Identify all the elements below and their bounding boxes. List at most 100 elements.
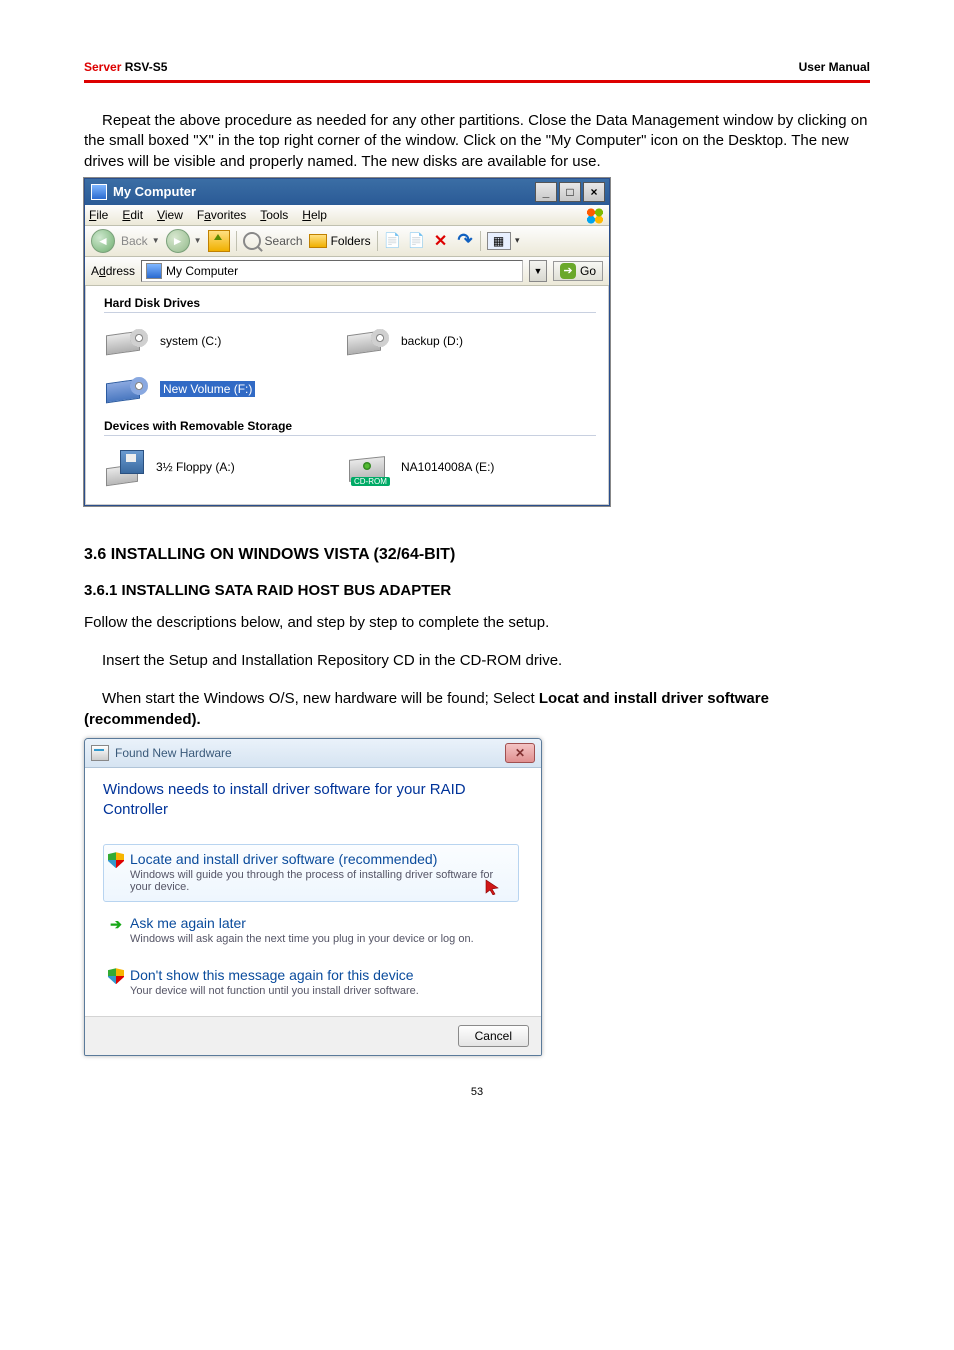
minimize-button[interactable]: _ — [535, 182, 557, 202]
shield-icon — [108, 852, 124, 868]
drive-d-label: backup (D:) — [401, 334, 463, 348]
opt3-sub: Your device will not function until you … — [130, 985, 510, 997]
address-icon — [146, 263, 162, 279]
forward-dropdown-icon[interactable]: ▼ — [194, 236, 202, 245]
doc-header: Server RSV-S5 User Manual — [84, 60, 870, 74]
windows-flag-icon — [585, 207, 605, 225]
views-button[interactable]: ▦ — [487, 232, 511, 250]
heading-3-6: 3.6 INSTALLING ON WINDOWS VISTA (32/64-B… — [84, 546, 870, 564]
drive-c[interactable]: system (C:) — [106, 327, 347, 355]
hdd-icon — [106, 327, 150, 355]
hardware-icon — [91, 745, 109, 761]
search-button[interactable]: Search — [243, 232, 303, 250]
back-button[interactable]: ◄ — [91, 229, 115, 253]
opt3-title: Don't show this message again for this d… — [130, 967, 510, 983]
opt1-title: Locate and install driver software (reco… — [130, 851, 510, 867]
drive-e-cdrom[interactable]: CD-ROM NA1014008A (E:) — [347, 450, 588, 484]
para-select-lead: When start the Windows O/S, new hardware… — [102, 690, 539, 707]
drive-e-label: NA1014008A (E:) — [401, 460, 494, 474]
move-to-icon[interactable]: 📄 — [384, 232, 402, 250]
my-computer-window: My Computer _ □ × File Edit View Favorit… — [84, 178, 610, 506]
drive-c-label: system (C:) — [160, 334, 221, 348]
vista-footer: Cancel — [85, 1016, 541, 1055]
option-dont-show[interactable]: Don't show this message again for this d… — [103, 960, 519, 1006]
address-label: Address — [91, 264, 135, 278]
opt1-sub: Windows will guide you through the proce… — [130, 869, 510, 893]
go-arrow-icon: ➔ — [560, 263, 576, 279]
menu-view[interactable]: View — [157, 208, 183, 222]
toolbar-sep-3 — [480, 231, 481, 251]
drive-f-selected[interactable]: New Volume (F:) — [106, 375, 347, 403]
back-label: Back — [121, 234, 148, 248]
menu-favorites[interactable]: Favorites — [197, 208, 246, 222]
drive-a-label: 3½ Floppy (A:) — [156, 460, 235, 474]
drive-d[interactable]: backup (D:) — [347, 327, 588, 355]
cdrom-icon: CD-ROM — [347, 450, 391, 484]
model-label: RSV-S5 — [121, 60, 167, 74]
menu-edit[interactable]: Edit — [122, 208, 143, 222]
para-insert-cd: Insert the Setup and Installation Reposi… — [84, 651, 870, 671]
vista-body: Windows needs to install driver software… — [85, 768, 541, 1017]
header-right: User Manual — [799, 60, 870, 74]
delete-icon[interactable]: ✕ — [432, 232, 450, 250]
up-button[interactable] — [208, 230, 230, 252]
vista-title: Found New Hardware — [115, 746, 232, 760]
search-icon — [243, 232, 261, 250]
content-pane: Hard Disk Drives system (C:) backup (D:)… — [85, 286, 609, 505]
intro-paragraph: Repeat the above procedure as needed for… — [84, 111, 870, 172]
toolbar: ◄ Back ▼ ► ▼ Search Folders 📄 📄 ✕ ↶ ▦ — [85, 226, 609, 257]
folders-button[interactable]: Folders — [309, 234, 371, 248]
menu-file[interactable]: File — [89, 208, 108, 222]
back-dropdown-icon[interactable]: ▼ — [152, 236, 160, 245]
drive-a-floppy[interactable]: 3½ Floppy (A:) — [106, 450, 347, 484]
shield-icon — [108, 968, 124, 984]
option-locate-install[interactable]: Locate and install driver software (reco… — [103, 844, 519, 902]
header-rule — [84, 80, 870, 83]
undo-icon[interactable]: ↶ — [456, 232, 474, 250]
go-button[interactable]: ➔ Go — [553, 261, 603, 281]
copy-to-icon[interactable]: 📄 — [408, 232, 426, 250]
toolbar-sep-2 — [377, 231, 378, 251]
heading-3-6-1: 3.6.1 INSTALLING SATA RAID HOST BUS ADAP… — [84, 582, 870, 599]
group-hard-disk: Hard Disk Drives — [104, 296, 596, 313]
opt2-sub: Windows will ask again the next time you… — [130, 933, 510, 945]
folders-icon — [309, 234, 327, 248]
window-title: My Computer — [113, 184, 196, 199]
folders-label: Folders — [331, 234, 371, 248]
cursor-pointer-icon — [484, 879, 500, 895]
titlebar[interactable]: My Computer _ □ × — [85, 179, 609, 205]
server-label: Server — [84, 60, 121, 74]
address-bar: Address My Computer ▼ ➔ Go — [85, 257, 609, 286]
cdrom-tag: CD-ROM — [351, 477, 390, 486]
menu-tools[interactable]: Tools — [260, 208, 288, 222]
cancel-button[interactable]: Cancel — [458, 1025, 529, 1047]
forward-button[interactable]: ► — [166, 229, 190, 253]
floppy-icon — [106, 450, 146, 484]
option-ask-later[interactable]: ➔ Ask me again later Windows will ask ag… — [103, 908, 519, 954]
my-computer-icon — [91, 184, 107, 200]
address-dropdown-icon[interactable]: ▼ — [529, 260, 547, 282]
para-follow: Follow the descriptions below, and step … — [84, 613, 870, 633]
vista-titlebar[interactable]: Found New Hardware ✕ — [85, 739, 541, 768]
address-input[interactable]: My Computer — [141, 260, 523, 282]
vista-main-instruction: Windows needs to install driver software… — [103, 780, 523, 821]
menu-help[interactable]: Help — [302, 208, 327, 222]
maximize-button[interactable]: □ — [559, 182, 581, 202]
hdd-icon — [106, 375, 150, 403]
arrow-right-icon: ➔ — [108, 916, 124, 932]
page-number: 53 — [84, 1086, 870, 1098]
hdd-icon — [347, 327, 391, 355]
group-removable: Devices with Removable Storage — [104, 419, 596, 436]
search-label: Search — [265, 234, 303, 248]
para-select-locate: When start the Windows O/S, new hardware… — [84, 689, 870, 730]
close-button[interactable]: × — [583, 182, 605, 202]
found-new-hardware-dialog: Found New Hardware ✕ Windows needs to in… — [84, 738, 542, 1057]
toolbar-sep — [236, 231, 237, 251]
drive-f-label: New Volume (F:) — [160, 381, 255, 397]
header-left: Server RSV-S5 — [84, 60, 167, 74]
address-value: My Computer — [166, 264, 238, 278]
opt2-title: Ask me again later — [130, 915, 510, 931]
go-label: Go — [580, 264, 596, 278]
vista-close-button[interactable]: ✕ — [505, 743, 535, 763]
menu-bar: File Edit View Favorites Tools Help — [85, 205, 609, 226]
